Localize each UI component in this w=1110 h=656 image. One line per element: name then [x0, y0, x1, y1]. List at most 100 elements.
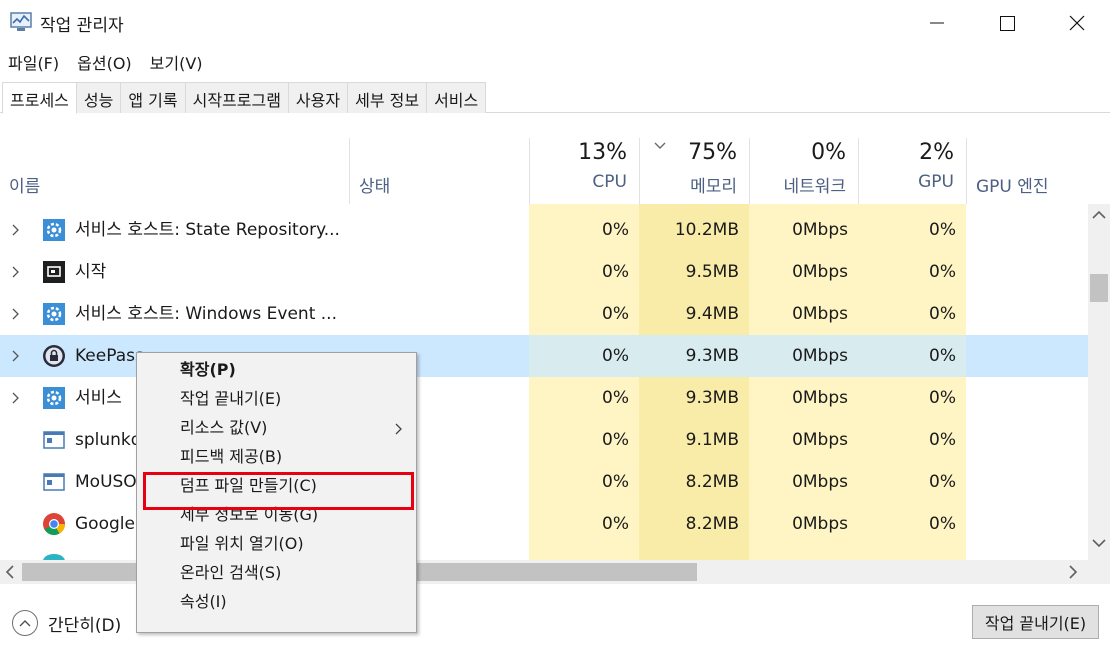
cpu-value: 0% — [602, 472, 629, 492]
process-name: splunkd — [75, 430, 142, 450]
fewer-details-button[interactable]: 간단히(D) — [12, 610, 121, 636]
table-row[interactable]: 서비스 호스트: Windows Event ... 0% 9.4MB 0Mbp… — [0, 293, 1088, 335]
header-cpu[interactable]: 13% CPU — [529, 138, 639, 204]
cpu-value: 0% — [529, 335, 639, 377]
header-gpu-engine-label: GPU 엔진 — [976, 177, 1049, 197]
process-name: 서비스 — [75, 388, 122, 408]
network-value: 0Mbps — [792, 304, 848, 324]
scroll-up-icon[interactable] — [1092, 210, 1106, 220]
header-network-label: 네트워크 — [783, 177, 846, 197]
memory-value: 8.2MB — [685, 514, 739, 534]
lock-icon — [43, 345, 65, 367]
header-gpu-label: GPU — [918, 172, 954, 192]
partial-row-icon — [43, 554, 65, 560]
header-network-pct: 0% — [811, 140, 846, 165]
gpu-value: 0% — [929, 304, 956, 324]
chevron-up-circle-icon — [12, 610, 38, 636]
close-icon — [1069, 15, 1085, 31]
minimize-icon — [930, 22, 944, 24]
menu-view[interactable]: 보기(V) — [142, 48, 211, 74]
scroll-right-icon[interactable] — [1068, 564, 1078, 580]
cpu-value: 0% — [602, 304, 629, 324]
header-gpu[interactable]: 2% GPU — [858, 138, 966, 204]
gear-icon — [43, 387, 65, 409]
ctx-resource-values[interactable]: 리소스 값(V) — [137, 413, 416, 442]
header-status-label: 상태 — [359, 177, 391, 197]
ctx-resource-values-label: 리소스 값(V) — [180, 418, 268, 437]
network-value: 0Mbps — [792, 514, 848, 534]
header-memory[interactable]: 75% 메모리 — [639, 138, 749, 204]
process-name: 서비스 호스트: State Repository... — [75, 220, 340, 240]
vertical-scroll-thumb[interactable] — [1090, 274, 1108, 302]
fewer-details-label: 간단히(D) — [48, 615, 122, 636]
menu-options[interactable]: 옵션(O) — [69, 48, 140, 74]
vertical-scrollbar[interactable] — [1088, 204, 1110, 560]
tab-app-history[interactable]: 앱 기록 — [120, 82, 186, 113]
gpu-value: 0% — [858, 335, 966, 377]
header-name-label: 이름 — [9, 177, 41, 197]
cpu-value: 0% — [602, 220, 629, 240]
tab-startup[interactable]: 시작프로그램 — [184, 82, 289, 113]
table-row[interactable]: 서비스 호스트: State Repository... 0% 10.2MB 0… — [0, 209, 1088, 251]
network-value: 0Mbps — [792, 262, 848, 282]
gear-icon — [43, 219, 65, 241]
gpu-value: 0% — [929, 430, 956, 450]
chrome-icon — [43, 513, 65, 535]
chevron-right-icon[interactable] — [10, 308, 22, 320]
header-cpu-label: CPU — [592, 172, 627, 192]
process-name: 서비스 호스트: Windows Event ... — [75, 304, 337, 324]
tab-users[interactable]: 사용자 — [287, 82, 349, 113]
network-value: 0Mbps — [792, 430, 848, 450]
maximize-button[interactable] — [972, 0, 1042, 46]
table-row[interactable]: 시작 0% 9.5MB 0Mbps 0% — [0, 251, 1088, 293]
ctx-search-online[interactable]: 온라인 검색(S) — [137, 558, 416, 587]
network-value: 0Mbps — [792, 472, 848, 492]
header-status[interactable]: 상태 — [349, 138, 529, 204]
chevron-right-icon[interactable] — [10, 350, 22, 362]
chevron-right-icon[interactable] — [10, 266, 22, 278]
scroll-down-icon[interactable] — [1092, 538, 1106, 548]
process-name: KeePass — [75, 346, 144, 366]
ctx-expand[interactable]: 확장(P) — [137, 355, 416, 384]
chevron-right-icon[interactable] — [10, 392, 22, 404]
end-task-button[interactable]: 작업 끝내기(E) — [972, 605, 1099, 639]
network-value: 0Mbps — [792, 388, 848, 408]
header-memory-label: 메모리 — [690, 177, 737, 197]
header-gpu-engine[interactable]: GPU 엔진 — [966, 138, 1110, 204]
cpu-value: 0% — [602, 262, 629, 282]
scroll-left-icon[interactable] — [5, 564, 15, 580]
gear-icon — [43, 303, 65, 325]
close-button[interactable] — [1042, 0, 1110, 46]
menu-file[interactable]: 파일(F) — [0, 48, 67, 74]
header-cpu-pct: 13% — [578, 140, 627, 165]
sort-descending-icon — [654, 142, 666, 149]
start-icon — [43, 261, 65, 283]
ctx-end-task[interactable]: 작업 끝내기(E) — [137, 384, 416, 413]
network-value: 0Mbps — [792, 220, 848, 240]
tab-details[interactable]: 세부 정보 — [347, 82, 428, 113]
gpu-value: 0% — [929, 388, 956, 408]
title-bar: 작업 관리자 — [0, 0, 1110, 46]
window-icon — [43, 431, 65, 449]
ctx-open-file-location[interactable]: 파일 위치 열기(O) — [137, 529, 416, 558]
memory-value: 10.2MB — [674, 220, 739, 240]
header-name[interactable]: 이름 — [0, 138, 349, 204]
memory-value: 9.4MB — [685, 304, 739, 324]
header-network[interactable]: 0% 네트워크 — [749, 138, 858, 204]
window-icon — [43, 473, 65, 491]
tab-performance[interactable]: 성능 — [75, 82, 122, 113]
gpu-value: 0% — [929, 472, 956, 492]
process-name: 시작 — [75, 262, 107, 282]
ctx-feedback[interactable]: 피드백 제공(B) — [137, 442, 416, 471]
cpu-value: 0% — [602, 388, 629, 408]
scrollbar-corner — [1088, 560, 1110, 584]
tab-processes[interactable]: 프로세스 — [2, 82, 77, 114]
tab-services[interactable]: 서비스 — [426, 82, 487, 113]
chevron-right-icon[interactable] — [10, 224, 22, 236]
cpu-value: 0% — [602, 430, 629, 450]
window-title: 작업 관리자 — [40, 16, 124, 36]
minimize-button[interactable] — [902, 0, 972, 46]
ctx-properties[interactable]: 속성(I) — [137, 587, 416, 616]
header-memory-pct: 75% — [688, 140, 737, 165]
submenu-arrow-icon — [395, 423, 402, 435]
